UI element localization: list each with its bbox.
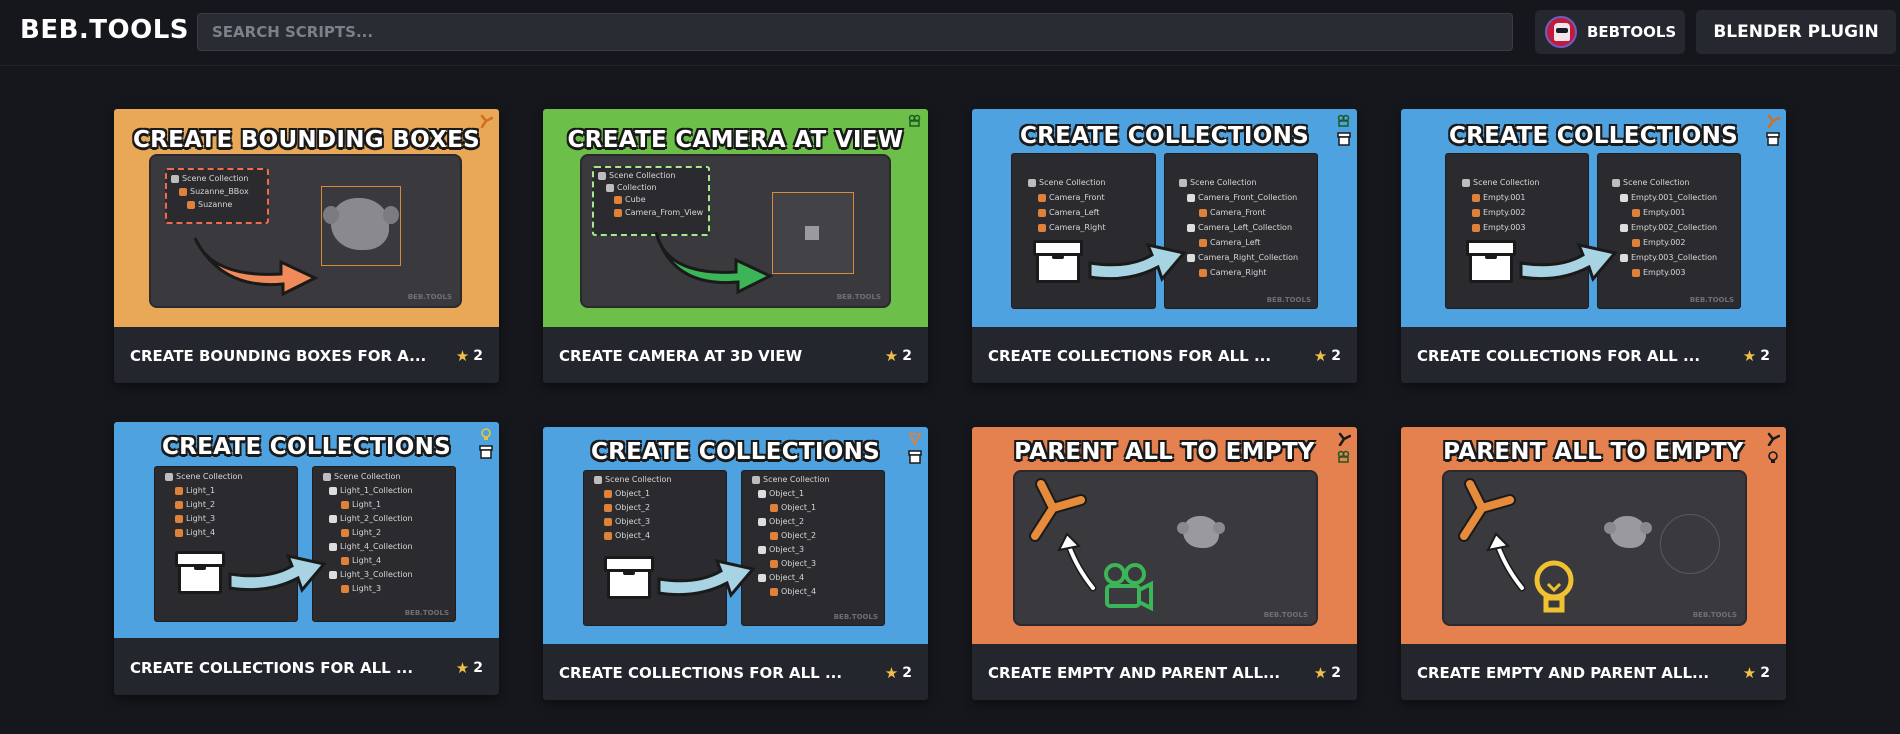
card-thumbnail: CREATE COLLECTIONS Scene Collection Came… — [972, 109, 1357, 327]
blender-screenshot: Scene Collection Suzanne_BBox Suzanne BE… — [149, 154, 462, 308]
thumbnail-title: PARENT ALL TO EMPTY — [1014, 439, 1315, 465]
empty-axis-icon — [1765, 113, 1781, 129]
card-footer: CREATE COLLECTIONS FOR ALL ... ★ 2 — [972, 328, 1357, 383]
camera-icon — [1336, 449, 1352, 465]
box-icon — [604, 556, 654, 599]
thumbnail-title: CREATE COLLECTIONS — [1448, 123, 1739, 149]
script-card[interactable]: PARENT ALL TO EMPTY BEB.TOOLS CREATE EMP… — [972, 427, 1357, 700]
card-thumbnail: PARENT ALL TO EMPTY BEB.TOOLS — [972, 427, 1357, 644]
thumbnail-title: CREATE CAMERA AT VIEW — [567, 127, 904, 153]
empty-axis-icon — [478, 113, 494, 129]
rating: ★ 2 — [1742, 663, 1770, 682]
card-footer: CREATE EMPTY AND PARENT ALL... ★ 2 — [972, 645, 1357, 700]
box-icon — [907, 449, 923, 465]
rating: ★ 2 — [1742, 346, 1770, 365]
star-icon: ★ — [884, 346, 899, 365]
thumbnail-title: CREATE COLLECTIONS — [1019, 123, 1310, 149]
outliner-before: Scene Collection Camera_Front Camera_Lef… — [1011, 153, 1156, 309]
outliner-after: Scene Collection Light_1_Collection Ligh… — [312, 466, 456, 622]
user-name: BEBTOOLS — [1587, 23, 1677, 41]
script-card[interactable]: PARENT ALL TO EMPTY BEB.TOOLS CREATE EMP… — [1401, 427, 1786, 700]
thumbnail-title: CREATE BOUNDING BOXES — [132, 127, 481, 153]
thumbnail-title: CREATE COLLECTIONS — [590, 439, 881, 465]
mesh-icon — [907, 431, 923, 447]
card-footer: CREATE CAMERA AT 3D VIEW ★ 2 — [543, 328, 928, 383]
star-icon: ★ — [884, 663, 899, 682]
star-icon: ★ — [1313, 663, 1328, 682]
thumbnail-title: PARENT ALL TO EMPTY — [1443, 439, 1744, 465]
outliner-after: Scene Collection Object_1 Object_1 Objec… — [741, 470, 885, 626]
card-title[interactable]: CREATE COLLECTIONS FOR ALL ... — [988, 347, 1271, 365]
user-profile-button[interactable]: BEBTOOLS — [1535, 10, 1685, 54]
card-title[interactable]: CREATE COLLECTIONS FOR ALL ... — [1417, 347, 1700, 365]
box-icon — [1466, 240, 1516, 283]
rating: ★ 2 — [1313, 663, 1341, 682]
outliner-after: Scene Collection Camera_Front_Collection… — [1164, 153, 1318, 309]
camera-icon — [907, 113, 923, 129]
site-logo[interactable]: BEB.TOOLS — [20, 15, 189, 45]
card-thumbnail: CREATE COLLECTIONS Scene Collection Obje… — [543, 427, 928, 644]
card-thumbnail: CREATE COLLECTIONS Scene Collection Ligh… — [114, 422, 499, 638]
card-footer: CREATE COLLECTIONS FOR ALL ... ★ 2 — [1401, 328, 1786, 383]
avatar — [1545, 16, 1577, 48]
blender-plugin-button[interactable]: BLENDER PLUGIN — [1696, 10, 1896, 54]
card-thumbnail: CREATE CAMERA AT VIEW Scene Collection C… — [543, 109, 928, 327]
star-icon: ★ — [1313, 346, 1328, 365]
box-icon — [1336, 131, 1352, 147]
rating: ★ 2 — [884, 663, 912, 682]
script-card[interactable]: CREATE BOUNDING BOXES Scene Collection S… — [114, 109, 499, 383]
script-card[interactable]: CREATE CAMERA AT VIEW Scene Collection C… — [543, 109, 928, 383]
card-title[interactable]: CREATE EMPTY AND PARENT ALL... — [988, 664, 1280, 682]
empty-axis-icon — [1765, 431, 1781, 447]
card-thumbnail: CREATE COLLECTIONS Scene Collection Empt… — [1401, 109, 1786, 327]
card-title[interactable]: CREATE EMPTY AND PARENT ALL... — [1417, 664, 1709, 682]
card-title[interactable]: CREATE CAMERA AT 3D VIEW — [559, 347, 802, 365]
card-footer: CREATE COLLECTIONS FOR ALL ... ★ 2 — [114, 640, 499, 695]
light-icon — [478, 426, 494, 442]
box-icon — [1765, 131, 1781, 147]
top-header: BEB.TOOLS BEBTOOLS BLENDER PLUGIN — [0, 0, 1900, 66]
thumbnail-title: CREATE COLLECTIONS — [161, 434, 452, 460]
outliner-before: Scene Collection Object_1 Object_2 Objec… — [583, 470, 727, 626]
star-icon: ★ — [455, 658, 470, 677]
box-icon — [478, 444, 494, 460]
rating: ★ 2 — [455, 346, 483, 365]
rating: ★ 2 — [1313, 346, 1341, 365]
blender-screenshot: BEB.TOOLS — [1442, 470, 1747, 626]
empty-axis-icon — [1336, 431, 1352, 447]
outliner-before: Scene Collection Empty.001 Empty.002 Emp… — [1445, 153, 1589, 309]
card-title[interactable]: CREATE BOUNDING BOXES FOR A... — [130, 347, 426, 365]
blender-screenshot: BEB.TOOLS — [1013, 470, 1318, 626]
camera-icon — [1336, 113, 1352, 129]
light-icon — [1765, 449, 1781, 465]
star-icon: ★ — [1742, 663, 1757, 682]
card-title[interactable]: CREATE COLLECTIONS FOR ALL ... — [130, 659, 413, 677]
script-card[interactable]: CREATE COLLECTIONS Scene Collection Ligh… — [114, 422, 499, 695]
card-footer: CREATE EMPTY AND PARENT ALL... ★ 2 — [1401, 645, 1786, 700]
outliner-after: Scene Collection Empty.001_Collection Em… — [1597, 153, 1741, 309]
search-input[interactable] — [197, 13, 1513, 51]
rating: ★ 2 — [884, 346, 912, 365]
box-icon — [1033, 240, 1083, 283]
card-thumbnail: CREATE BOUNDING BOXES Scene Collection S… — [114, 109, 499, 327]
script-card[interactable]: CREATE COLLECTIONS Scene Collection Empt… — [1401, 109, 1786, 383]
star-icon: ★ — [455, 346, 470, 365]
box-icon — [175, 551, 225, 594]
script-card[interactable]: CREATE COLLECTIONS Scene Collection Came… — [972, 109, 1357, 383]
blender-screenshot: Scene Collection Collection Cube Camera_… — [580, 154, 891, 308]
card-thumbnail: PARENT ALL TO EMPTY BEB.TOOLS — [1401, 427, 1786, 644]
card-footer: CREATE COLLECTIONS FOR ALL ... ★ 2 — [543, 645, 928, 700]
script-card[interactable]: CREATE COLLECTIONS Scene Collection Obje… — [543, 427, 928, 700]
card-title[interactable]: CREATE COLLECTIONS FOR ALL ... — [559, 664, 842, 682]
star-icon: ★ — [1742, 346, 1757, 365]
rating: ★ 2 — [455, 658, 483, 677]
card-footer: CREATE BOUNDING BOXES FOR A... ★ 2 — [114, 328, 499, 383]
